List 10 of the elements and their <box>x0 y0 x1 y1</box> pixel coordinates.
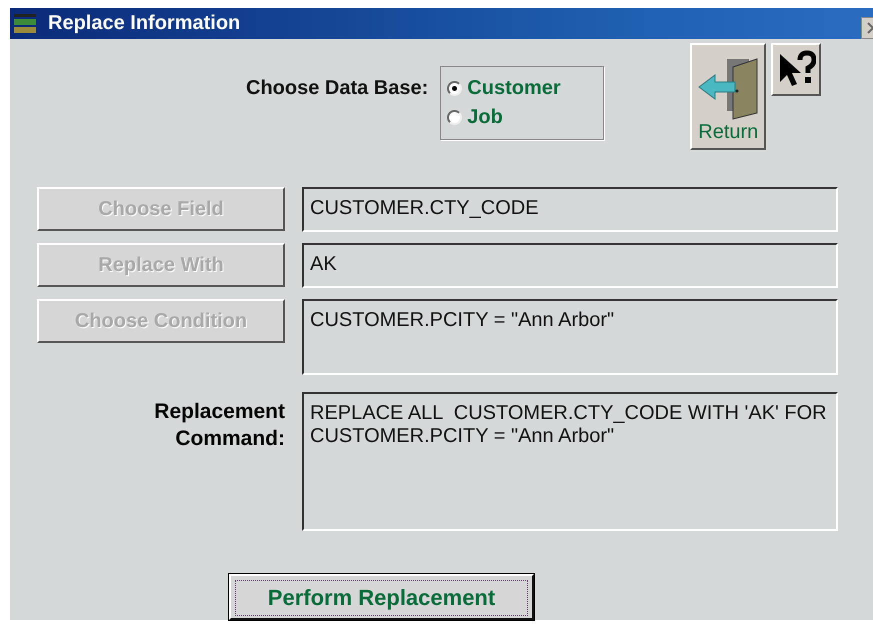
command-label: Replacement Command: <box>153 399 285 452</box>
app-icon <box>12 12 38 35</box>
command-field[interactable]: REPLACE ALL CUSTOMER.CTY_CODE WITH 'AK' FOR CUSTOMER.PCITY = "Ann Arbor" <box>302 392 838 531</box>
window-title: Replace Information <box>48 12 240 36</box>
return-button[interactable]: Return <box>690 43 766 150</box>
database-label: Choose Data Base: <box>246 77 428 100</box>
help-button[interactable] <box>771 43 822 96</box>
database-radio[interactable]: Customer <box>447 77 604 100</box>
perform-replacement-button[interactable]: Perform Replacement <box>229 574 534 620</box>
database-radio[interactable]: Job <box>447 106 604 130</box>
